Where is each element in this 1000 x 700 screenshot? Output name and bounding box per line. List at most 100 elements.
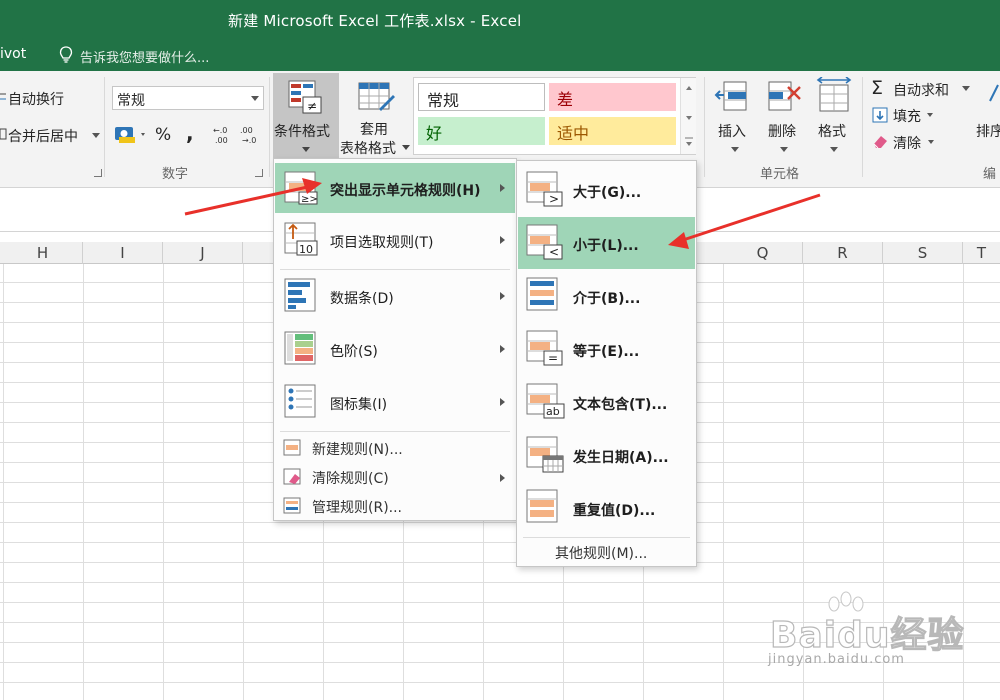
gallery-scroll-icons xyxy=(685,86,693,146)
chevron-down-icon xyxy=(251,96,259,101)
column-header-i[interactable]: I xyxy=(83,242,163,264)
submenu-label: 文本包含(T)... xyxy=(573,397,668,413)
duplicate-values-icon xyxy=(526,489,558,523)
style-bad[interactable]: 差 xyxy=(549,83,676,111)
number-format-combo[interactable]: 常规 xyxy=(112,86,264,110)
decrease-decimal-icon[interactable]: .00 →.0 xyxy=(240,125,262,145)
tell-me-bar: ivot 告诉我您想要做什么... xyxy=(0,40,1000,71)
chevron-down-icon[interactable] xyxy=(962,86,970,91)
merge-dropdown-arrow[interactable] xyxy=(92,133,100,138)
autosum-button[interactable]: 自动求和 xyxy=(893,80,949,100)
menu-item-highlight-cell-rules[interactable]: ≥> 突出显示单元格规则(H) xyxy=(275,163,515,213)
format-button[interactable]: 格式 xyxy=(818,121,846,141)
gallery-scrollbar[interactable] xyxy=(680,78,696,154)
cell-styles-gallery: 常规 差 好 适中 xyxy=(413,77,696,155)
conditional-formatting-button[interactable]: ≠ 条件格式 xyxy=(273,73,339,158)
svg-text:←.0: ←.0 xyxy=(213,126,227,135)
submenu-label: 介于(B)... xyxy=(573,291,641,307)
menu-label: 管理规则(R)... xyxy=(312,500,403,516)
menu-separator xyxy=(523,537,690,538)
style-good[interactable]: 好 xyxy=(418,117,545,145)
column-header-s[interactable]: S xyxy=(883,242,963,264)
submenu-item-text-contains[interactable]: ab 文本包含(T)... xyxy=(518,376,695,428)
wrap-text-button[interactable]: 自动换行 xyxy=(8,89,64,109)
comma-button[interactable]: , xyxy=(186,121,194,145)
window-title: 新建 Microsoft Excel 工作表.xlsx - Excel xyxy=(228,12,522,30)
tell-me-input[interactable]: 告诉我您想要做什么... xyxy=(80,47,209,66)
menu-item-clear-rules[interactable]: 清除规则(C) xyxy=(275,463,515,491)
text-contains-icon: ab xyxy=(526,383,565,419)
submenu-item-between[interactable]: 介于(B)... xyxy=(518,270,695,322)
wrap-text-icon xyxy=(0,93,6,100)
menu-item-manage-rules[interactable]: 管理规则(R)... xyxy=(275,492,515,520)
new-rule-icon xyxy=(283,439,301,456)
watermark-brand: Baidu经验 xyxy=(769,614,965,656)
submenu-label: 大于(G)... xyxy=(573,185,642,201)
increase-decimal-icon[interactable]: ←.0 .00 xyxy=(213,125,235,145)
column-header-h[interactable]: H xyxy=(3,242,83,264)
svg-text:.00: .00 xyxy=(240,126,253,135)
insert-cells-icon[interactable] xyxy=(714,79,750,115)
column-header-t[interactable]: T xyxy=(963,242,1000,264)
style-neutral[interactable]: 适中 xyxy=(549,117,676,145)
baidu-watermark: Baidu经验 jingyan.baidu.com xyxy=(762,590,982,680)
submenu-item-greater-than[interactable]: > 大于(G)... xyxy=(518,164,695,216)
menu-item-top-bottom-rules[interactable]: 10 项目选取规则(T) xyxy=(275,215,515,267)
merge-center-button[interactable]: 合并后居中 xyxy=(8,126,78,146)
format-cells-icon[interactable] xyxy=(816,77,852,115)
submenu-item-duplicate-values[interactable]: 重复值(D)... xyxy=(518,482,695,534)
submenu-label: 小于(L)... xyxy=(573,238,639,254)
delete-button[interactable]: 删除 xyxy=(768,121,796,141)
submenu-item-date-occurring[interactable]: 发生日期(A)... xyxy=(518,429,695,481)
column-header-j[interactable]: J xyxy=(163,242,243,264)
alignment-dialog-launcher-icon[interactable] xyxy=(94,169,102,177)
delete-cells-icon[interactable] xyxy=(766,79,802,115)
submenu-item-more-rules[interactable]: 其他规则(M)... xyxy=(518,539,695,565)
svg-text:≠: ≠ xyxy=(307,99,317,113)
eraser-icon xyxy=(873,136,887,149)
format-as-table-line2[interactable]: 表格格式 xyxy=(340,138,396,158)
number-group-label: 数字 xyxy=(162,167,189,182)
chevron-down-icon[interactable] xyxy=(731,147,739,152)
style-normal[interactable]: 常规 xyxy=(418,83,545,111)
column-header-r[interactable]: R xyxy=(803,242,883,264)
format-as-table-line1[interactable]: 套用 xyxy=(360,119,388,139)
menu-label: 突出显示单元格规则(H) xyxy=(330,183,481,199)
chevron-down-icon[interactable] xyxy=(928,140,934,144)
submenu-item-less-than[interactable]: < 小于(L)... xyxy=(518,217,695,269)
chevron-right-icon xyxy=(500,474,505,482)
insert-button[interactable]: 插入 xyxy=(718,121,746,141)
submenu-label: 发生日期(A)... xyxy=(573,450,669,466)
conditional-formatting-menu: ≥> 突出显示单元格规则(H) 10 项目选取规则(T) 数据条(D) 色阶(S… xyxy=(273,158,517,521)
menu-item-new-rule[interactable]: 新建规则(N)... xyxy=(275,434,515,462)
svg-text:.00: .00 xyxy=(215,136,228,145)
clear-button[interactable]: 清除 xyxy=(893,133,921,153)
chevron-down-icon[interactable] xyxy=(830,147,838,152)
chevron-right-icon xyxy=(500,345,505,353)
menu-label: 色阶(S) xyxy=(330,344,378,360)
chevron-down-icon[interactable] xyxy=(780,147,788,152)
cells-group-label: 单元格 xyxy=(760,167,800,182)
chevron-down-icon[interactable] xyxy=(402,145,410,150)
chevron-down-icon[interactable] xyxy=(927,113,933,117)
svg-text:ab: ab xyxy=(546,405,560,418)
sort-filter-button[interactable]: 排序 xyxy=(976,121,1000,141)
menu-label: 数据条(D) xyxy=(330,291,394,307)
currency-icon[interactable] xyxy=(114,125,148,145)
group-separator xyxy=(269,77,270,177)
menu-item-color-scales[interactable]: 色阶(S) xyxy=(275,324,515,376)
percent-button[interactable]: % xyxy=(155,125,171,145)
menu-item-icon-sets[interactable]: 图标集(I) xyxy=(275,377,515,429)
column-header-q[interactable]: Q xyxy=(723,242,803,264)
fill-button[interactable]: 填充 xyxy=(893,106,921,126)
sort-filter-icon[interactable] xyxy=(988,83,1000,113)
less-than-icon: < xyxy=(526,224,563,260)
menu-item-data-bars[interactable]: 数据条(D) xyxy=(275,271,515,323)
highlight-cells-rules-icon: ≥> xyxy=(284,171,318,205)
ribbon-tab-power-pivot[interactable]: ivot xyxy=(0,46,26,62)
chevron-right-icon xyxy=(500,398,505,406)
group-separator xyxy=(704,77,705,177)
format-as-table-icon[interactable] xyxy=(357,81,397,117)
submenu-item-equal-to[interactable]: = 等于(E)... xyxy=(518,323,695,375)
number-dialog-launcher-icon[interactable] xyxy=(255,169,263,177)
